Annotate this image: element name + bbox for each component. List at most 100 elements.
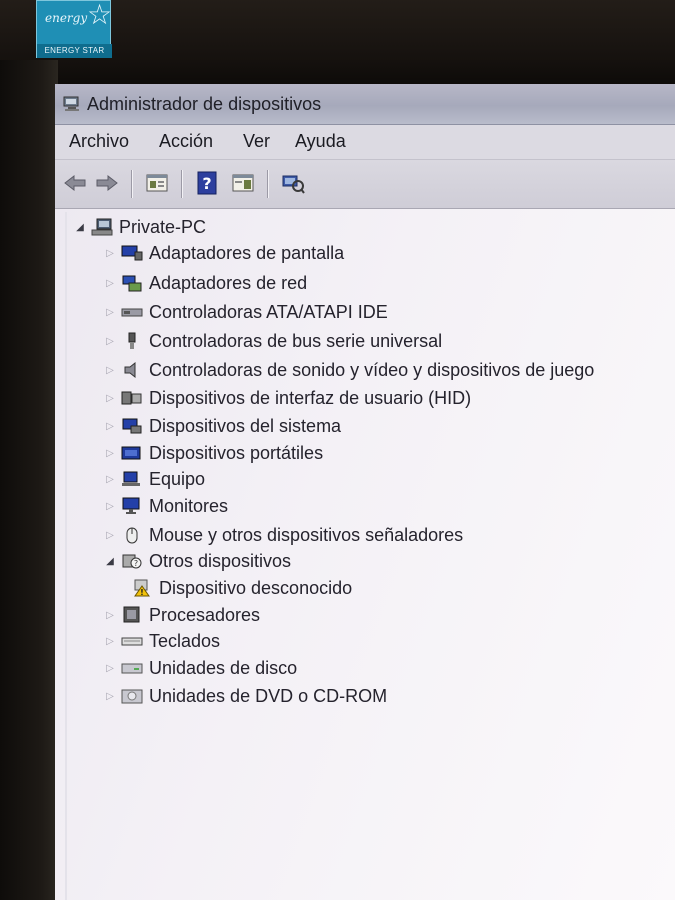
properties-button[interactable] (143, 168, 171, 198)
tree-category-item[interactable]: ▷ Monitores (103, 493, 228, 519)
portable-device-icon (121, 443, 143, 463)
device-tree: ◢ Private-PC ▷ Adaptadores de pantalla ▷ Ad… (65, 212, 673, 900)
menu-ver[interactable]: Ver (243, 131, 270, 152)
toolbar-separator (181, 170, 183, 198)
title-bar[interactable]: Administrador de dispositivos (55, 84, 675, 125)
tree-item-label: Mouse y otros dispositivos señaladores (149, 524, 464, 545)
scan-hardware-button[interactable] (279, 168, 307, 198)
help-icon: ? (197, 171, 217, 195)
tree-item-label: Procesadores (149, 604, 261, 625)
expand-arrow-icon[interactable]: ▷ (103, 528, 117, 542)
toolbar: ? (55, 160, 675, 209)
disk-drive-icon (121, 658, 143, 678)
dvd-drive-icon (121, 686, 143, 706)
hid-icon (121, 388, 143, 408)
expand-arrow-icon[interactable]: ▷ (103, 661, 117, 675)
tree-category-item[interactable]: ▷ Controladoras de bus serie universal (103, 328, 442, 354)
tree-item-label: Dispositivos portátiles (149, 442, 324, 463)
tree-category-item[interactable]: ◢? Otros dispositivos (103, 548, 291, 574)
tree-item-label: Dispositivos de interfaz de usuario (HID… (149, 387, 472, 408)
energy-star-label: ENERGY STAR (37, 44, 112, 58)
tree-item-label: Teclados (149, 630, 221, 651)
tree-child-item[interactable]: ! Dispositivo desconocido (131, 575, 352, 601)
toolbar-separator (131, 170, 133, 198)
collapse-arrow-icon[interactable]: ◢ (73, 220, 87, 234)
menu-archivo[interactable]: Archivo (69, 131, 129, 152)
keyboard-icon (121, 631, 143, 651)
expand-arrow-icon[interactable]: ▷ (103, 334, 117, 348)
expand-arrow-icon[interactable]: ▷ (103, 276, 117, 290)
tree-item-label: Monitores (149, 495, 229, 516)
expand-arrow-icon[interactable]: ▷ (103, 419, 117, 433)
tree-item-label: Dispositivos del sistema (149, 415, 342, 436)
other-devices-icon: ? (121, 551, 143, 571)
tree-category-item[interactable]: ▷ Controladoras de sonido y vídeo y dispo… (103, 357, 594, 383)
expand-arrow-icon[interactable]: ▷ (103, 689, 117, 703)
computer-icon (121, 469, 143, 489)
window-title: Administrador de dispositivos (87, 94, 322, 114)
tree-item-label: Equipo (149, 468, 206, 489)
expand-arrow-icon[interactable]: ▷ (103, 608, 117, 622)
expand-arrow-icon[interactable]: ▷ (103, 246, 117, 260)
expand-arrow-icon[interactable]: ▷ (103, 363, 117, 377)
tree-item-label: Unidades de DVD o CD-ROM (149, 685, 388, 706)
tree-category-item[interactable]: ▷ Mouse y otros dispositivos señaladores (103, 522, 463, 548)
svg-text:?: ? (134, 559, 138, 568)
scan-hardware-icon (282, 175, 305, 194)
expand-arrow-icon[interactable]: ▷ (103, 499, 117, 513)
ide-controller-icon (121, 302, 143, 322)
expand-arrow-icon[interactable]: ▷ (103, 634, 117, 648)
expand-arrow-icon[interactable]: ▷ (103, 305, 117, 319)
toolbar-separator (267, 170, 269, 198)
display-adapter-icon (121, 243, 143, 263)
tree-category-item[interactable]: ▷ Adaptadores de red (103, 270, 307, 296)
svg-text:?: ? (202, 174, 211, 193)
menu-bar: Archivo Acción Ver Ayuda (55, 125, 675, 160)
mouse-icon (121, 525, 143, 545)
tree-item-label: Unidades de disco (149, 657, 298, 678)
tree-root[interactable]: ◢ Private-PC (73, 214, 206, 240)
tree-item-label: Dispositivo desconocido (159, 577, 353, 598)
forward-button[interactable] (93, 168, 121, 198)
help-button[interactable]: ? (193, 168, 221, 198)
tree-item-label: Otros dispositivos (149, 550, 292, 571)
tree-item-label: Controladoras ATA/ATAPI IDE (149, 301, 388, 322)
menu-accion[interactable]: Acción (159, 131, 213, 152)
back-button[interactable] (61, 168, 89, 198)
expand-arrow-icon[interactable]: ▷ (103, 472, 117, 486)
svg-text:!: ! (140, 588, 144, 597)
tree-category-item[interactable]: ▷ Unidades de DVD o CD-ROM (103, 683, 387, 709)
tree-item-label: Adaptadores de pantalla (149, 242, 345, 263)
collapse-arrow-icon[interactable]: ◢ (103, 554, 117, 568)
system-device-icon (121, 416, 143, 436)
usb-controller-icon (121, 331, 143, 351)
unknown-device-warning-icon: ! (131, 578, 153, 598)
tree-category-item[interactable]: ▷ Unidades de disco (103, 655, 297, 681)
monitor-icon (121, 496, 143, 516)
tree-category-item[interactable]: ▷ Dispositivos del sistema (103, 413, 341, 439)
device-manager-icon (63, 96, 81, 112)
forward-icon (96, 174, 118, 192)
expand-arrow-icon[interactable]: ▷ (103, 391, 117, 405)
tree-category-item[interactable]: ▷ Equipo (103, 466, 205, 492)
tree-category-item[interactable]: ▷ Adaptadores de pantalla (103, 240, 344, 266)
tree-category-item[interactable]: ▷ Procesadores (103, 602, 260, 628)
energy-star-badge: energy ☆ ENERGY STAR (36, 0, 113, 58)
expand-arrow-icon[interactable]: ▷ (103, 446, 117, 460)
show-hide-pane-button[interactable] (229, 168, 257, 198)
tree-category-item[interactable]: ▷ Dispositivos portátiles (103, 440, 323, 466)
tree-category-item[interactable]: ▷ Teclados (103, 628, 220, 654)
back-icon (64, 174, 86, 192)
root-label: Private-PC (119, 216, 207, 237)
tree-item-label: Controladoras de bus serie universal (149, 330, 443, 351)
processor-icon (121, 605, 143, 625)
tree-category-item[interactable]: ▷ Dispositivos de interfaz de usuario (HI… (103, 385, 471, 411)
energy-star-script: energy (45, 11, 88, 25)
tree-item-label: Adaptadores de red (149, 272, 308, 293)
star-icon: ☆ (87, 0, 113, 30)
menu-ayuda[interactable]: Ayuda (295, 131, 346, 152)
computer-root-icon (91, 217, 113, 237)
show-hide-pane-icon (232, 174, 254, 192)
device-manager-window: Administrador de dispositivos Archivo Ac… (55, 84, 675, 900)
tree-category-item[interactable]: ▷ Controladoras ATA/ATAPI IDE (103, 299, 388, 325)
